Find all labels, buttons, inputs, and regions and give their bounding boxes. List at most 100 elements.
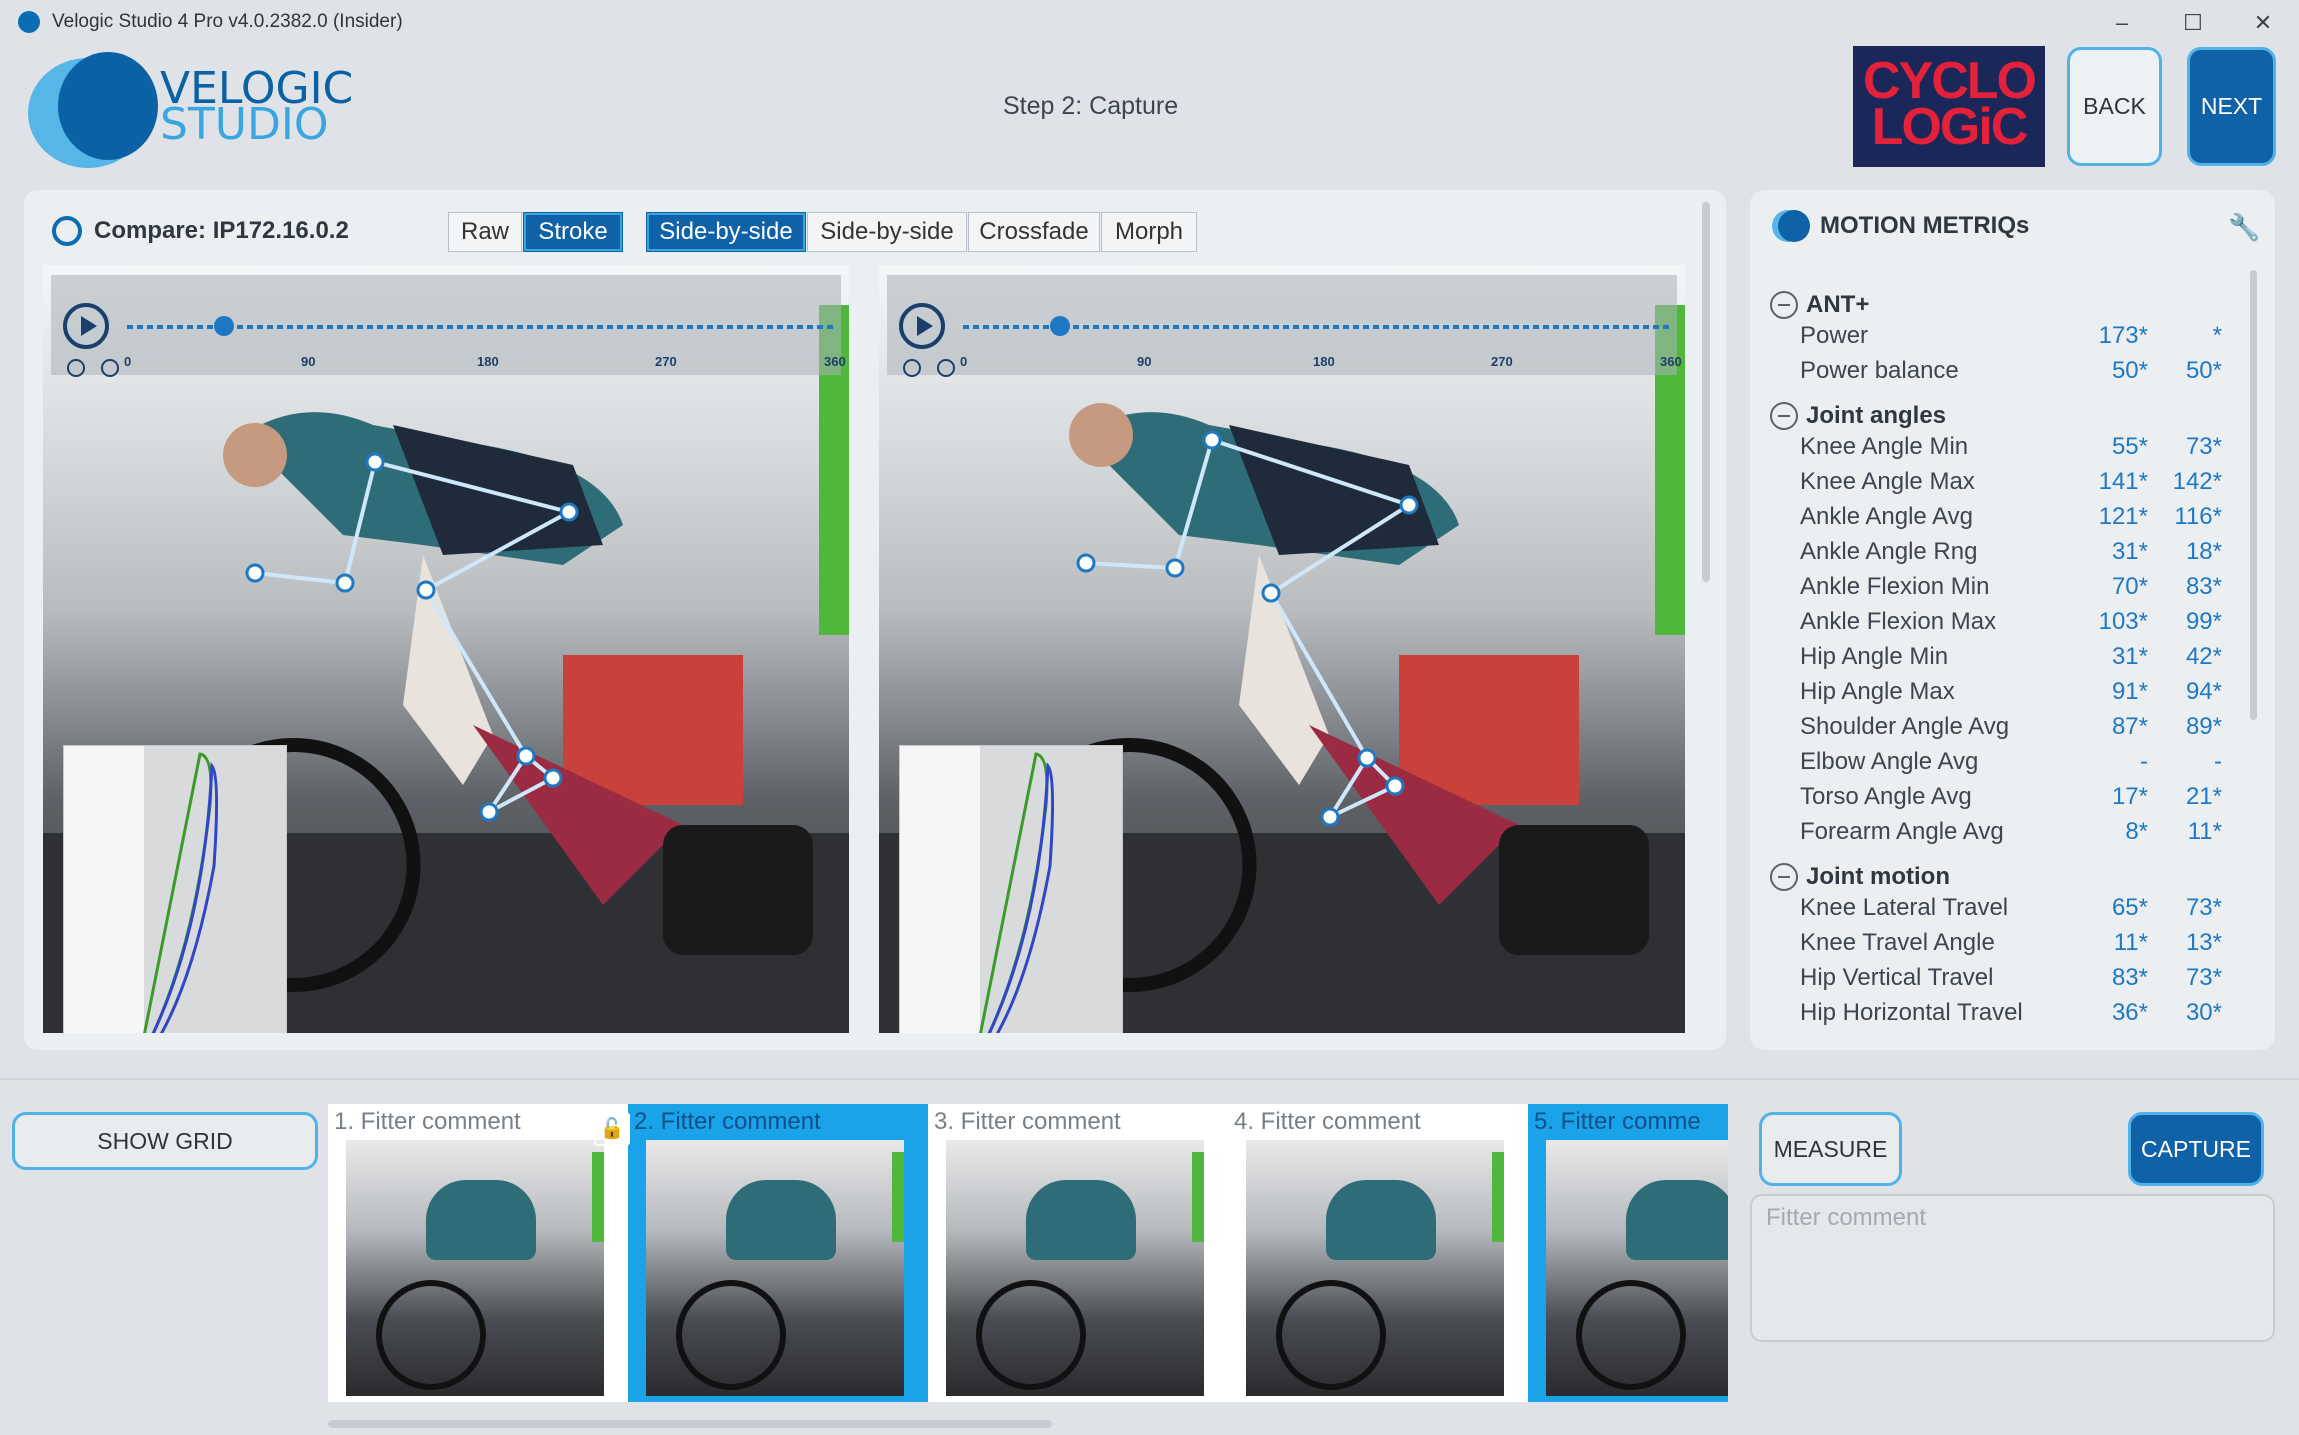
capture-button[interactable]: CAPTURE — [2128, 1112, 2264, 1186]
video-left[interactable]: 0 90 180 270 360 — [43, 265, 849, 1033]
metric-row: Torso Angle Avg 17* 21* — [1800, 783, 2230, 818]
mode-stroke-button[interactable]: Stroke — [523, 212, 623, 252]
capture-thumbnail[interactable]: 3. Fitter comment — [928, 1104, 1228, 1402]
capture-thumbnail[interactable]: 4. Fitter comment — [1228, 1104, 1528, 1402]
green-wall — [592, 1152, 604, 1242]
tick-label: 360 — [824, 354, 846, 369]
step-forward-icon[interactable] — [101, 359, 119, 377]
view-morph-button[interactable]: Morph — [1101, 212, 1197, 252]
metric-name: Ankle Angle Avg — [1800, 503, 1974, 530]
tick-label: 180 — [477, 354, 499, 369]
knee-trace — [979, 752, 1055, 1033]
back-button[interactable]: BACK — [2067, 47, 2162, 166]
metrics-scrollbar[interactable] — [2250, 270, 2257, 720]
metric-group-joint-motion[interactable]: Joint motion — [1770, 859, 1950, 894]
metric-name: Hip Angle Min — [1800, 643, 1949, 670]
green-wall — [1492, 1152, 1504, 1242]
title-bar: Velogic Studio 4 Pro v4.0.2382.0 (Inside… — [0, 0, 2299, 44]
thumbnail-scrollbar[interactable] — [328, 1420, 1052, 1428]
capture-thumbnail[interactable]: 1. Fitter comment — [328, 1104, 628, 1402]
metric-group-label: Joint angles — [1806, 401, 1947, 429]
step-back-icon[interactable] — [903, 359, 921, 377]
metric-name: Knee Travel Angle — [1800, 929, 1995, 956]
metric-value-left: 17* — [2111, 783, 2148, 810]
metric-row: Knee Travel Angle 11* 13* — [1800, 929, 2230, 964]
measure-button[interactable]: MEASURE — [1759, 1112, 1902, 1186]
metric-group-label: Joint motion — [1806, 862, 1950, 890]
metric-name: Knee Lateral Travel — [1800, 894, 2009, 921]
metric-value-right: 11* — [2187, 818, 2222, 845]
play-icon[interactable] — [63, 303, 109, 349]
metric-row: Hip Angle Max 91* 94* — [1800, 678, 2230, 713]
metric-value-right: 73* — [2185, 433, 2222, 460]
partner-logo: CYCLO LOGiC — [1853, 46, 2045, 167]
metric-name: Ankle Flexion Min — [1800, 573, 1990, 600]
pedal-trace-inset — [899, 745, 1123, 1033]
collapse-icon[interactable] — [1770, 401, 1798, 430]
lock-icon[interactable]: 🔓 — [594, 1112, 630, 1146]
compare-source-text: Compare: IP172.16.0.2 — [94, 217, 349, 244]
thumbnail-caption: 5. Fitter comme — [1534, 1108, 1701, 1135]
capture-thumbnail-selected[interactable]: 5. Fitter comme — [1528, 1104, 1728, 1402]
metric-value-left: 31* — [2111, 643, 2148, 670]
close-button[interactable]: ✕ — [2238, 6, 2288, 40]
metric-name: Knee Angle Min — [1800, 433, 1969, 460]
show-grid-button[interactable]: SHOW GRID — [12, 1112, 318, 1170]
video-right[interactable]: 0 90 180 270 360 — [879, 265, 1685, 1033]
tick-label: 270 — [655, 354, 677, 369]
maximize-button[interactable]: ☐ — [2168, 6, 2218, 40]
metric-value-left: 103* — [2098, 608, 2148, 635]
window-title: Velogic Studio 4 Pro v4.0.2382.0 (Inside… — [52, 11, 403, 32]
metric-row: Knee Lateral Travel 65* 73* — [1800, 894, 2230, 929]
step-title: Step 2: Capture — [1003, 92, 1179, 120]
step-forward-icon[interactable] — [937, 359, 955, 377]
knee-trace — [143, 752, 219, 1033]
wrench-icon[interactable]: 🔧 — [2228, 212, 2260, 243]
thumbnail-image — [1246, 1140, 1504, 1396]
metric-value-right: 83* — [2185, 573, 2222, 600]
scrubber-knob[interactable] — [214, 316, 234, 336]
minimize-button[interactable]: – — [2097, 6, 2147, 40]
metric-value-right: 30* — [2185, 999, 2222, 1026]
green-wall — [892, 1152, 904, 1242]
metric-name: Knee Angle Max — [1800, 468, 1975, 495]
metriq-logo-icon — [1778, 210, 1810, 242]
rider-shape — [1626, 1180, 1728, 1260]
metric-name: Ankle Flexion Max — [1800, 608, 1997, 635]
metric-name: Hip Horizontal Travel — [1800, 999, 2023, 1026]
metric-value-left: 173* — [2098, 322, 2148, 349]
step-back-icon[interactable] — [67, 359, 85, 377]
metric-name: Forearm Angle Avg — [1800, 818, 2004, 845]
metric-group-joint-angles[interactable]: Joint angles — [1770, 398, 1946, 433]
collapse-icon[interactable] — [1770, 862, 1798, 891]
tick-label: 0 — [960, 354, 968, 369]
metric-name: Elbow Angle Avg — [1800, 748, 1979, 775]
metric-value-left: 141* — [2098, 468, 2148, 495]
tick-label: 360 — [1660, 354, 1682, 369]
metric-row: Knee Angle Min 55* 73* — [1800, 433, 2230, 468]
mode-raw-button[interactable]: Raw — [448, 212, 522, 252]
tick-label: 90 — [1137, 354, 1152, 369]
thumbnail-image — [946, 1140, 1204, 1396]
metric-value-left: 50* — [2111, 357, 2148, 384]
view-side-by-side-alt-button[interactable]: Side-by-side — [807, 212, 967, 252]
metric-value-right: 42* — [2185, 643, 2222, 670]
metric-name: Ankle Angle Rng — [1800, 538, 1978, 565]
playback-scrubber[interactable]: 0 90 180 270 360 — [887, 275, 1682, 377]
scrubber-knob[interactable] — [1050, 316, 1070, 336]
next-button[interactable]: NEXT — [2187, 47, 2276, 166]
fitter-comment-input[interactable]: Fitter comment — [1750, 1194, 2275, 1342]
metric-value-left: 55* — [2111, 433, 2148, 460]
metric-value-left: 8* — [2125, 818, 2148, 845]
collapse-icon[interactable] — [1770, 290, 1798, 319]
velogic-logo: VELOGIC STUDIO — [28, 48, 353, 168]
playback-scrubber[interactable]: 0 90 180 270 360 — [51, 275, 846, 377]
video-panel-scrollbar[interactable] — [1702, 202, 1710, 582]
view-crossfade-button[interactable]: Crossfade — [968, 212, 1100, 252]
metric-group-ant[interactable]: ANT+ — [1770, 287, 1869, 322]
capture-thumbnail-selected[interactable]: 2. Fitter comment — [628, 1104, 928, 1402]
compare-label: Compare: IP172.16.0.2 — [52, 216, 349, 246]
play-icon[interactable] — [899, 303, 945, 349]
tick-label: 90 — [301, 354, 316, 369]
view-side-by-side-button[interactable]: Side-by-side — [646, 212, 806, 252]
